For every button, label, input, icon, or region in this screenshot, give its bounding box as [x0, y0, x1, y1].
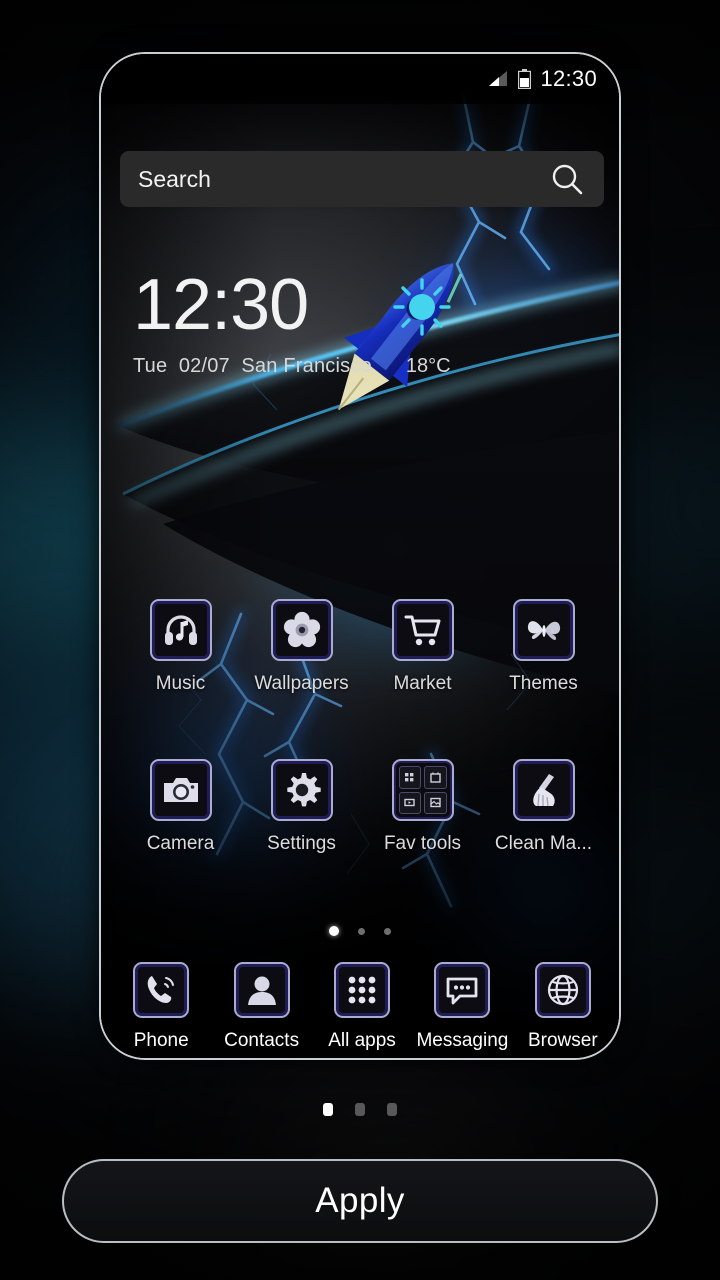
search-icon[interactable] — [550, 162, 584, 196]
page-dot[interactable] — [358, 927, 365, 935]
phone-icon[interactable] — [133, 962, 190, 1018]
theme-preview-page-indicator[interactable] — [0, 1103, 720, 1116]
app-label: Camera — [146, 833, 215, 854]
page-dot-active[interactable] — [329, 926, 339, 936]
app-label: Music — [155, 673, 206, 694]
person-icon[interactable] — [233, 962, 290, 1018]
sun-icon — [393, 278, 451, 336]
app-camera[interactable]: Camera — [120, 759, 241, 855]
globe-icon[interactable] — [534, 962, 591, 1018]
page-dot[interactable] — [384, 927, 391, 935]
app-settings[interactable]: Settings — [241, 759, 362, 855]
app-drawer-icon[interactable] — [334, 962, 391, 1018]
app-wallpapers[interactable]: Wallpapers — [241, 599, 362, 695]
dock-label: Contacts — [224, 1030, 300, 1051]
dock-label: All apps — [328, 1030, 396, 1051]
app-label: Fav tools — [383, 833, 462, 854]
broom-icon[interactable] — [512, 759, 575, 821]
folder-mini-icon — [398, 791, 421, 814]
preview-dot[interactable] — [387, 1103, 397, 1116]
preview-dot[interactable] — [355, 1103, 365, 1116]
widget-temperature: 18°C — [405, 355, 451, 377]
signal-icon — [489, 71, 508, 86]
dock-item-all-apps[interactable]: All apps — [312, 962, 412, 1052]
folder-mini-icon — [398, 766, 421, 789]
dock-item-browser[interactable]: Browser — [513, 962, 613, 1052]
camera-icon[interactable] — [149, 759, 212, 821]
status-bar-time: 12:30 — [540, 66, 597, 91]
dock-label: Browser — [527, 1030, 598, 1051]
folder-fav-tools[interactable]: Fav tools — [362, 759, 483, 855]
home-page-indicator[interactable] — [101, 926, 619, 936]
dock-label: Messaging — [416, 1030, 509, 1051]
app-label: Clean Ma... — [494, 833, 593, 854]
gear-icon[interactable] — [270, 759, 333, 821]
speech-bubble-icon[interactable] — [434, 962, 491, 1018]
app-themes[interactable]: Themes — [483, 599, 604, 695]
dock-item-contacts[interactable]: Contacts — [211, 962, 311, 1052]
app-label: Themes — [509, 673, 578, 694]
app-market[interactable]: Market — [362, 599, 483, 695]
search-bar[interactable]: Search — [120, 151, 604, 207]
headphones-icon[interactable] — [149, 599, 212, 661]
app-label: Wallpapers — [254, 673, 349, 694]
search-input[interactable]: Search — [138, 166, 550, 193]
battery-icon — [518, 69, 532, 89]
dock: Phone Contacts All apps Messaging Browse… — [111, 962, 613, 1058]
butterfly-icon[interactable] — [512, 599, 575, 661]
flower-icon[interactable] — [270, 599, 333, 661]
folder-mini-icon — [424, 791, 447, 814]
status-bar: 12:30 — [101, 54, 619, 104]
app-grid-row-1: Music Wallpapers Market Themes — [120, 599, 604, 695]
app-music[interactable]: Music — [120, 599, 241, 695]
phone-preview-frame: 12:30 Search 12:30 Tue 02/07 San Francis… — [99, 52, 621, 1060]
clock-weather-widget[interactable]: 12:30 Tue 02/07 San Francisco 18°C — [133, 269, 553, 378]
dock-item-phone[interactable]: Phone — [111, 962, 211, 1052]
app-grid-row-2: Camera Settings Fav tools Clean Ma... — [120, 759, 604, 855]
app-label: Market — [393, 673, 452, 694]
folder-icon[interactable] — [391, 759, 454, 821]
app-clean-master[interactable]: Clean Ma... — [483, 759, 604, 855]
widget-time: 12:30 — [133, 265, 309, 345]
app-label: Settings — [267, 833, 336, 854]
dock-label: Phone — [133, 1030, 189, 1051]
dock-item-messaging[interactable]: Messaging — [412, 962, 512, 1052]
phone-screen: 12:30 Search 12:30 Tue 02/07 San Francis… — [101, 54, 619, 1058]
widget-date-location: Tue 02/07 San Francisco — [133, 355, 372, 377]
apply-button[interactable]: Apply — [62, 1159, 658, 1243]
preview-dot-active[interactable] — [323, 1103, 333, 1116]
folder-mini-icon — [424, 766, 447, 789]
apply-button-label: Apply — [315, 1181, 405, 1220]
shopping-cart-icon[interactable] — [391, 599, 454, 661]
